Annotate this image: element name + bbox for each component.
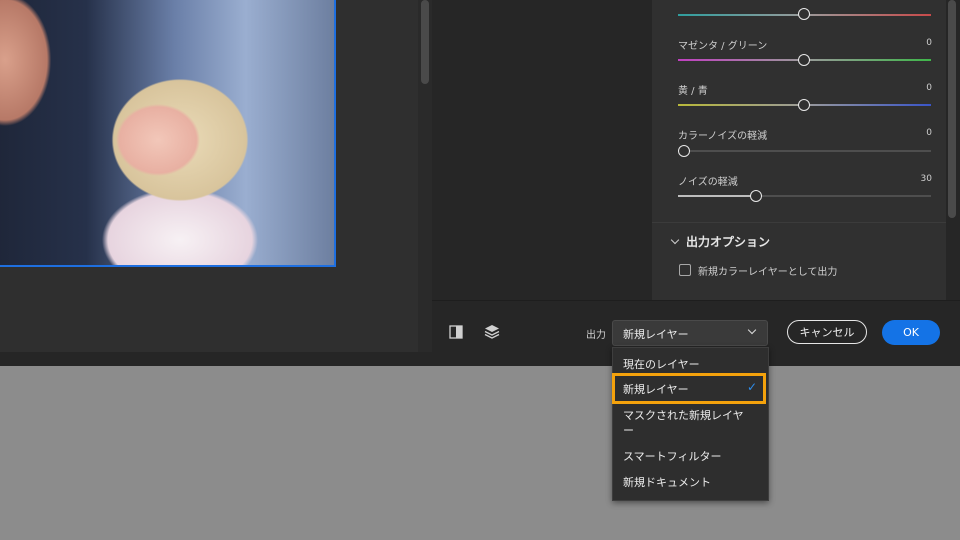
slider-value: 0: [926, 128, 932, 138]
panel-scrollbar[interactable]: [948, 0, 956, 218]
output-options-header[interactable]: 出力オプション: [670, 233, 771, 250]
slider-label: 黄 / 青: [678, 86, 708, 97]
slider-label: カラーノイズの軽減: [678, 131, 768, 142]
output-label: 出力: [586, 330, 606, 341]
slider-thumb[interactable]: [678, 145, 690, 157]
dropdown-item-masked-new-layer[interactable]: マスクされた新規レイヤー: [623, 408, 748, 438]
slider-value: 30: [920, 174, 932, 184]
selected-item-highlight: [612, 373, 766, 404]
new-color-layer-checkbox[interactable]: [679, 264, 691, 276]
preview-gap: [432, 0, 652, 300]
slider-thumb[interactable]: [798, 99, 810, 111]
slider-track[interactable]: [678, 150, 931, 152]
slider-label: ノイズの軽減: [678, 177, 738, 188]
slider-value: 0: [926, 83, 932, 93]
output-dropdown-menu: 現在のレイヤー 新規レイヤー マスクされた新規レイヤー スマートフィルター 新規…: [612, 347, 769, 501]
output-select[interactable]: 新規レイヤー: [612, 320, 768, 346]
slider-thumb[interactable]: [798, 54, 810, 66]
slider-thumb[interactable]: [750, 190, 762, 202]
dropdown-item-new-document[interactable]: 新規ドキュメント: [623, 475, 711, 490]
output-options-title: 出力オプション: [686, 235, 771, 249]
ok-button[interactable]: OK: [882, 320, 940, 345]
slider-value: 0: [926, 38, 932, 48]
layers-icon[interactable]: [484, 324, 500, 340]
chevron-down-icon: [747, 325, 757, 335]
cancel-button[interactable]: キャンセル: [787, 320, 867, 344]
slider-track[interactable]: [678, 195, 931, 197]
checkmark-icon: ✓: [747, 380, 758, 394]
slider-thumb[interactable]: [798, 8, 810, 20]
vertical-scrollbar[interactable]: [421, 0, 429, 84]
canvas-area: [0, 0, 418, 352]
new-color-layer-label: 新規カラーレイヤーとして出力: [698, 267, 838, 278]
chevron-down-icon: [670, 235, 680, 245]
slider-label: マゼンタ / グリーン: [678, 41, 768, 52]
output-select-value: 新規レイヤー: [623, 328, 689, 341]
panel-divider: [652, 222, 946, 223]
photo-preview: [0, 0, 336, 267]
neural-filter-dialog: マゼンタ / グリーン 0 黄 / 青 0 カラーノイズの軽減 0 ノイズの軽減…: [0, 0, 960, 366]
dropdown-item-current-layer[interactable]: 現在のレイヤー: [623, 357, 700, 372]
split-view-icon[interactable]: [448, 324, 464, 340]
dropdown-item-smart-filter[interactable]: スマートフィルター: [623, 449, 721, 464]
